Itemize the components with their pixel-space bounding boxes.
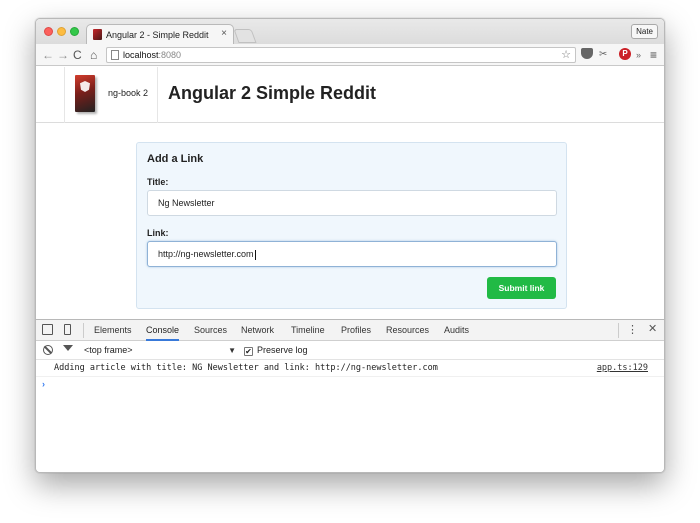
title-label: Title: [147, 177, 169, 187]
tab-audits[interactable]: Audits [444, 320, 469, 341]
site-logo[interactable]: ng-book 2 [64, 67, 158, 123]
tab-network[interactable]: Network [241, 320, 274, 341]
tab-sources[interactable]: Sources [194, 320, 227, 341]
home-icon[interactable]: ⌂ [90, 47, 97, 63]
window-maximize-button[interactable] [70, 27, 79, 36]
console-prompt-icon[interactable]: › [42, 379, 45, 389]
bookmark-star-icon[interactable]: ☆ [561, 48, 571, 62]
page-title: Angular 2 Simple Reddit [168, 83, 377, 103]
tab-elements[interactable]: Elements [94, 320, 132, 341]
logo-text: ng-book 2 [108, 88, 149, 98]
link-input[interactable]: http://ng-newsletter.com [147, 241, 557, 267]
preserve-log-checkbox[interactable]: ✔ [244, 347, 253, 356]
back-arrow-icon[interactable]: ← [42, 47, 54, 63]
forward-arrow-icon[interactable]: → [57, 47, 69, 63]
tab-timeline[interactable]: Timeline [291, 320, 325, 341]
extension-tool-icon[interactable]: ✂ [599, 48, 607, 62]
tab-profiles[interactable]: Profiles [341, 320, 371, 341]
filter-icon[interactable] [63, 345, 73, 355]
tab-title: Angular 2 - Simple Reddit [106, 29, 209, 40]
toolbar-divider [618, 323, 619, 338]
site-header: ng-book 2 Angular 2 Simple Reddit [36, 67, 664, 123]
address-bar[interactable]: localhost:8080 ☆ [106, 47, 576, 63]
submit-link-button[interactable]: Submit link [487, 277, 556, 299]
inspect-element-icon[interactable] [42, 324, 53, 335]
frame-select[interactable]: <top frame> ▼ [84, 344, 236, 357]
tab-console[interactable]: Console [146, 320, 180, 341]
link-label: Link: [147, 228, 169, 238]
reload-icon[interactable]: C [73, 47, 82, 63]
more-extensions-icon[interactable]: » [636, 48, 641, 62]
devtools-panel: Elements Console Sources Network Timelin… [36, 319, 664, 472]
title-input[interactable]: Ng Newsletter [147, 190, 557, 216]
window-close-button[interactable] [44, 27, 53, 36]
device-mode-icon[interactable] [64, 324, 71, 335]
devtools-close-icon[interactable]: ✕ [648, 322, 657, 335]
add-link-form: Add a Link Title: Ng Newsletter Link: ht… [136, 142, 567, 309]
browser-tab[interactable]: Angular 2 - Simple Reddit × [86, 24, 234, 44]
page-viewport: ng-book 2 Angular 2 Simple Reddit Add a … [36, 67, 664, 319]
link-input-value: http://ng-newsletter.com [158, 249, 254, 259]
preserve-log-label: Preserve log [257, 345, 308, 355]
browser-window: Angular 2 - Simple Reddit × Nate ← → C ⌂… [35, 18, 665, 473]
chevron-down-icon: ▼ [228, 346, 236, 355]
new-tab-button[interactable] [233, 29, 257, 43]
console-message-text: Adding article with title: NG Newsletter… [54, 363, 438, 373]
console-filter-bar: <top frame> ▼ ✔ Preserve log [36, 341, 664, 360]
book-cover-icon [75, 75, 95, 112]
pinterest-icon[interactable]: P [619, 48, 631, 60]
devtools-tabbar: Elements Console Sources Network Timelin… [36, 320, 664, 341]
devtools-menu-icon[interactable]: ⋮ [627, 323, 638, 336]
tab-close-icon[interactable]: × [221, 28, 227, 39]
console-message: Adding article with title: NG Newsletter… [36, 361, 664, 377]
window-minimize-button[interactable] [57, 27, 66, 36]
toolbar-divider [83, 323, 84, 338]
console-source-link[interactable]: app.ts:129 [597, 361, 648, 376]
favicon-icon [93, 29, 102, 40]
tab-resources[interactable]: Resources [386, 320, 429, 341]
url-host: localhost [123, 50, 159, 60]
profile-button[interactable]: Nate [631, 24, 658, 39]
text-caret [254, 249, 256, 260]
browser-toolbar: ← → C ⌂ localhost:8080 ☆ ✂ P » ≡ [36, 44, 664, 66]
form-heading: Add a Link [147, 153, 204, 165]
clear-console-icon[interactable] [43, 345, 53, 355]
page-icon [111, 50, 119, 60]
browser-menu-icon[interactable]: ≡ [650, 48, 657, 62]
url-port: :8080 [158, 50, 182, 60]
preserve-log-toggle[interactable]: ✔ Preserve log [244, 344, 308, 357]
pocket-icon[interactable] [581, 48, 593, 59]
tab-strip: Angular 2 - Simple Reddit × Nate [36, 19, 664, 44]
frame-select-value: <top frame> [84, 345, 133, 355]
title-input-value: Ng Newsletter [158, 198, 215, 208]
